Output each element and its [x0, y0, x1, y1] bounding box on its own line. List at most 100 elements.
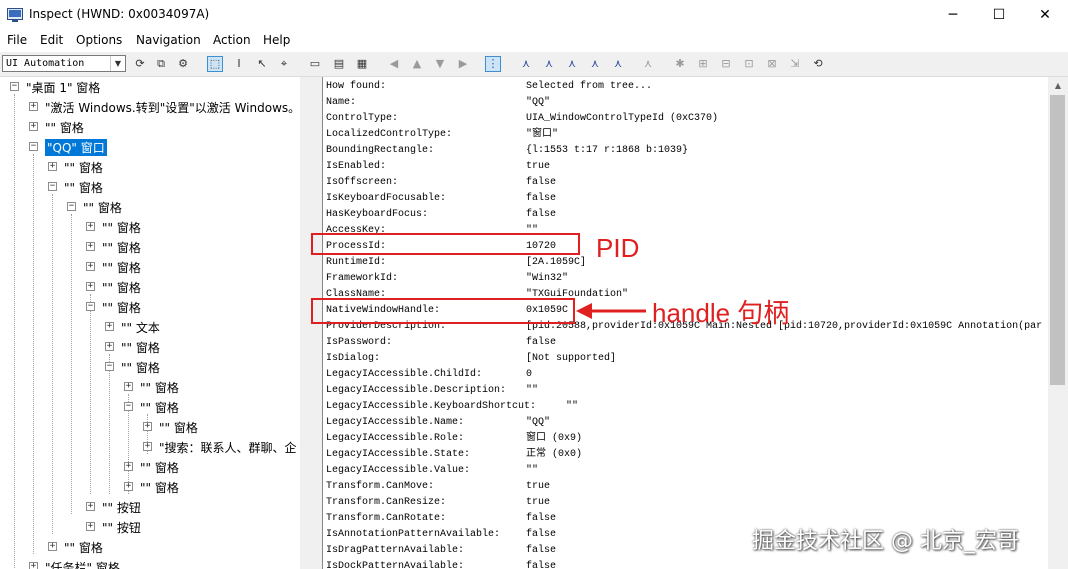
- tree-node[interactable]: + "" 文本: [0, 318, 300, 338]
- tree-node[interactable]: + "" 窗格: [0, 238, 300, 258]
- property-row[interactable]: LegacyIAccessible.KeyboardShortcut: "": [326, 399, 1049, 415]
- tree-node[interactable]: − "" 窗格: [0, 358, 300, 378]
- property-row[interactable]: Transform.CanResize: true: [326, 495, 1049, 511]
- sync-icon[interactable]: ⟲: [810, 56, 826, 72]
- tree-node[interactable]: + "" 按钮: [0, 518, 300, 538]
- tree-node[interactable]: + "" 窗格: [0, 478, 300, 498]
- property-row[interactable]: RuntimeId: [2A.1059C]: [326, 255, 1049, 271]
- property-row[interactable]: IsDockPatternAvailable: false: [326, 559, 1049, 569]
- property-row[interactable]: LegacyIAccessible.State: 正常 (0x0): [326, 447, 1049, 463]
- property-row[interactable]: Transform.CanMove: true: [326, 479, 1049, 495]
- scroll-up-icon[interactable]: ▲: [1048, 77, 1068, 94]
- action-expand-icon[interactable]: ⊞: [695, 56, 711, 72]
- tree-node-qq-window[interactable]: − "QQ" 窗口: [0, 138, 300, 158]
- expand-icon[interactable]: +: [86, 502, 95, 511]
- tree-node[interactable]: + "激活 Windows.转到"设置"以激活 Windows。: [0, 98, 300, 118]
- expand-icon[interactable]: +: [29, 102, 38, 111]
- expand-icon[interactable]: +: [143, 442, 152, 451]
- property-row[interactable]: IsDialog: [Not supported]: [326, 351, 1049, 367]
- property-row[interactable]: IsPassword: false: [326, 335, 1049, 351]
- tree-view-icon[interactable]: ⋮: [485, 56, 501, 72]
- collapse-icon[interactable]: −: [105, 362, 114, 371]
- property-row[interactable]: LegacyIAccessible.Description: "": [326, 383, 1049, 399]
- tree-node[interactable]: + "" 窗格: [0, 158, 300, 178]
- tree-node-search[interactable]: + "搜索：联系人、群聊、企: [0, 438, 300, 458]
- nav-parent-icon[interactable]: ⋏: [518, 56, 534, 72]
- collapse-icon[interactable]: −: [86, 302, 95, 311]
- expand-icon[interactable]: +: [86, 242, 95, 251]
- expand-icon[interactable]: +: [86, 262, 95, 271]
- action-select-icon[interactable]: ⊠: [764, 56, 780, 72]
- collapse-icon[interactable]: −: [29, 142, 38, 151]
- property-row[interactable]: LegacyIAccessible.ChildId: 0: [326, 367, 1049, 383]
- property-row[interactable]: Name: "QQ": [326, 95, 1049, 111]
- expand-icon[interactable]: +: [86, 282, 95, 291]
- show-info-icon[interactable]: ▦: [354, 56, 370, 72]
- expand-icon[interactable]: +: [143, 422, 152, 431]
- property-row[interactable]: LocalizedControlType: "窗口": [326, 127, 1049, 143]
- tree-node[interactable]: + "" 窗格: [0, 338, 300, 358]
- menu-navigation[interactable]: Navigation: [136, 33, 201, 47]
- property-row[interactable]: FrameworkId: "Win32": [326, 271, 1049, 287]
- menu-options[interactable]: Options: [76, 33, 122, 47]
- close-button[interactable]: ✕: [1022, 0, 1068, 31]
- expand-icon[interactable]: +: [48, 162, 57, 171]
- tree-node[interactable]: + "" 窗格: [0, 378, 300, 398]
- tree-node-desktop[interactable]: − "桌面 1" 窗格: [0, 78, 300, 98]
- property-row[interactable]: IsOffscreen: false: [326, 175, 1049, 191]
- tree-node[interactable]: + "" 按钮: [0, 498, 300, 518]
- show-tooltip-icon[interactable]: ▤: [331, 56, 347, 72]
- watch-focus-icon[interactable]: ⬚: [207, 56, 223, 72]
- action-toggle-icon[interactable]: ⊡: [741, 56, 757, 72]
- tree-node[interactable]: + "" 窗格: [0, 278, 300, 298]
- nav-prev-sibling-icon[interactable]: ⋏: [587, 56, 603, 72]
- collapse-icon[interactable]: −: [10, 82, 19, 91]
- menu-file[interactable]: File: [7, 33, 27, 47]
- property-row[interactable]: HasKeyboardFocus: false: [326, 207, 1049, 223]
- pointer-icon[interactable]: ↖: [254, 56, 270, 72]
- tree-node[interactable]: + "" 窗格: [0, 458, 300, 478]
- tree-node[interactable]: − "" 窗格: [0, 298, 300, 318]
- menu-edit[interactable]: Edit: [40, 33, 63, 47]
- tree-node[interactable]: + "" 窗格: [0, 118, 300, 138]
- highlight-rect-icon[interactable]: ▭: [307, 56, 323, 72]
- action-invoke-icon[interactable]: ✱: [672, 56, 688, 72]
- nav-up-icon[interactable]: ▲: [409, 56, 425, 72]
- property-row[interactable]: IsEnabled: true: [326, 159, 1049, 175]
- options-icon[interactable]: ⚙: [175, 56, 191, 72]
- nav-disabled-icon[interactable]: ⋏: [640, 56, 656, 72]
- property-row[interactable]: BoundingRectangle: {l:1553 t:17 r:1868 b:…: [326, 143, 1049, 159]
- collapse-icon[interactable]: −: [67, 202, 76, 211]
- expand-icon[interactable]: +: [124, 482, 133, 491]
- element-tree[interactable]: − "桌面 1" 窗格 + "激活 Windows.转到"设置"以激活 Wind…: [0, 77, 300, 569]
- minimize-button[interactable]: ─: [930, 0, 976, 31]
- tree-node[interactable]: + "" 窗格: [0, 418, 300, 438]
- tree-node[interactable]: + "" 窗格: [0, 218, 300, 238]
- nav-next-sibling-icon[interactable]: ⋏: [564, 56, 580, 72]
- nav-left-icon[interactable]: ◀: [386, 56, 402, 72]
- action-collapse-icon[interactable]: ⊟: [718, 56, 734, 72]
- collapse-icon[interactable]: −: [124, 402, 133, 411]
- property-row[interactable]: How found: Selected from tree...: [326, 79, 1049, 95]
- nav-down-icon[interactable]: ▼: [432, 56, 448, 72]
- properties-scrollbar[interactable]: ▲: [1048, 77, 1068, 569]
- property-row[interactable]: IsKeyboardFocusable: false: [326, 191, 1049, 207]
- tree-node-taskbar[interactable]: + "任务栏" 窗格: [0, 558, 300, 569]
- nav-first-child-icon[interactable]: ⋏: [541, 56, 557, 72]
- nav-last-child-icon[interactable]: ⋏: [610, 56, 626, 72]
- expand-icon[interactable]: +: [86, 222, 95, 231]
- automation-mode-select[interactable]: UI Automation ▼: [2, 55, 126, 72]
- tree-node[interactable]: − "" 窗格: [0, 198, 300, 218]
- expand-icon[interactable]: +: [48, 542, 57, 551]
- expand-icon[interactable]: +: [124, 382, 133, 391]
- caret-icon[interactable]: I: [231, 56, 247, 72]
- expand-icon[interactable]: +: [124, 462, 133, 471]
- scroll-thumb[interactable]: [1050, 95, 1065, 385]
- refresh-icon[interactable]: ⟳: [132, 56, 148, 72]
- tree-node[interactable]: − "" 窗格: [0, 398, 300, 418]
- property-row[interactable]: ControlType: UIA_WindowControlTypeId (0xC…: [326, 111, 1049, 127]
- property-row[interactable]: LegacyIAccessible.Value: "": [326, 463, 1049, 479]
- menu-help[interactable]: Help: [263, 33, 290, 47]
- copy-icon[interactable]: ⧉: [153, 56, 169, 72]
- collapse-icon[interactable]: −: [48, 182, 57, 191]
